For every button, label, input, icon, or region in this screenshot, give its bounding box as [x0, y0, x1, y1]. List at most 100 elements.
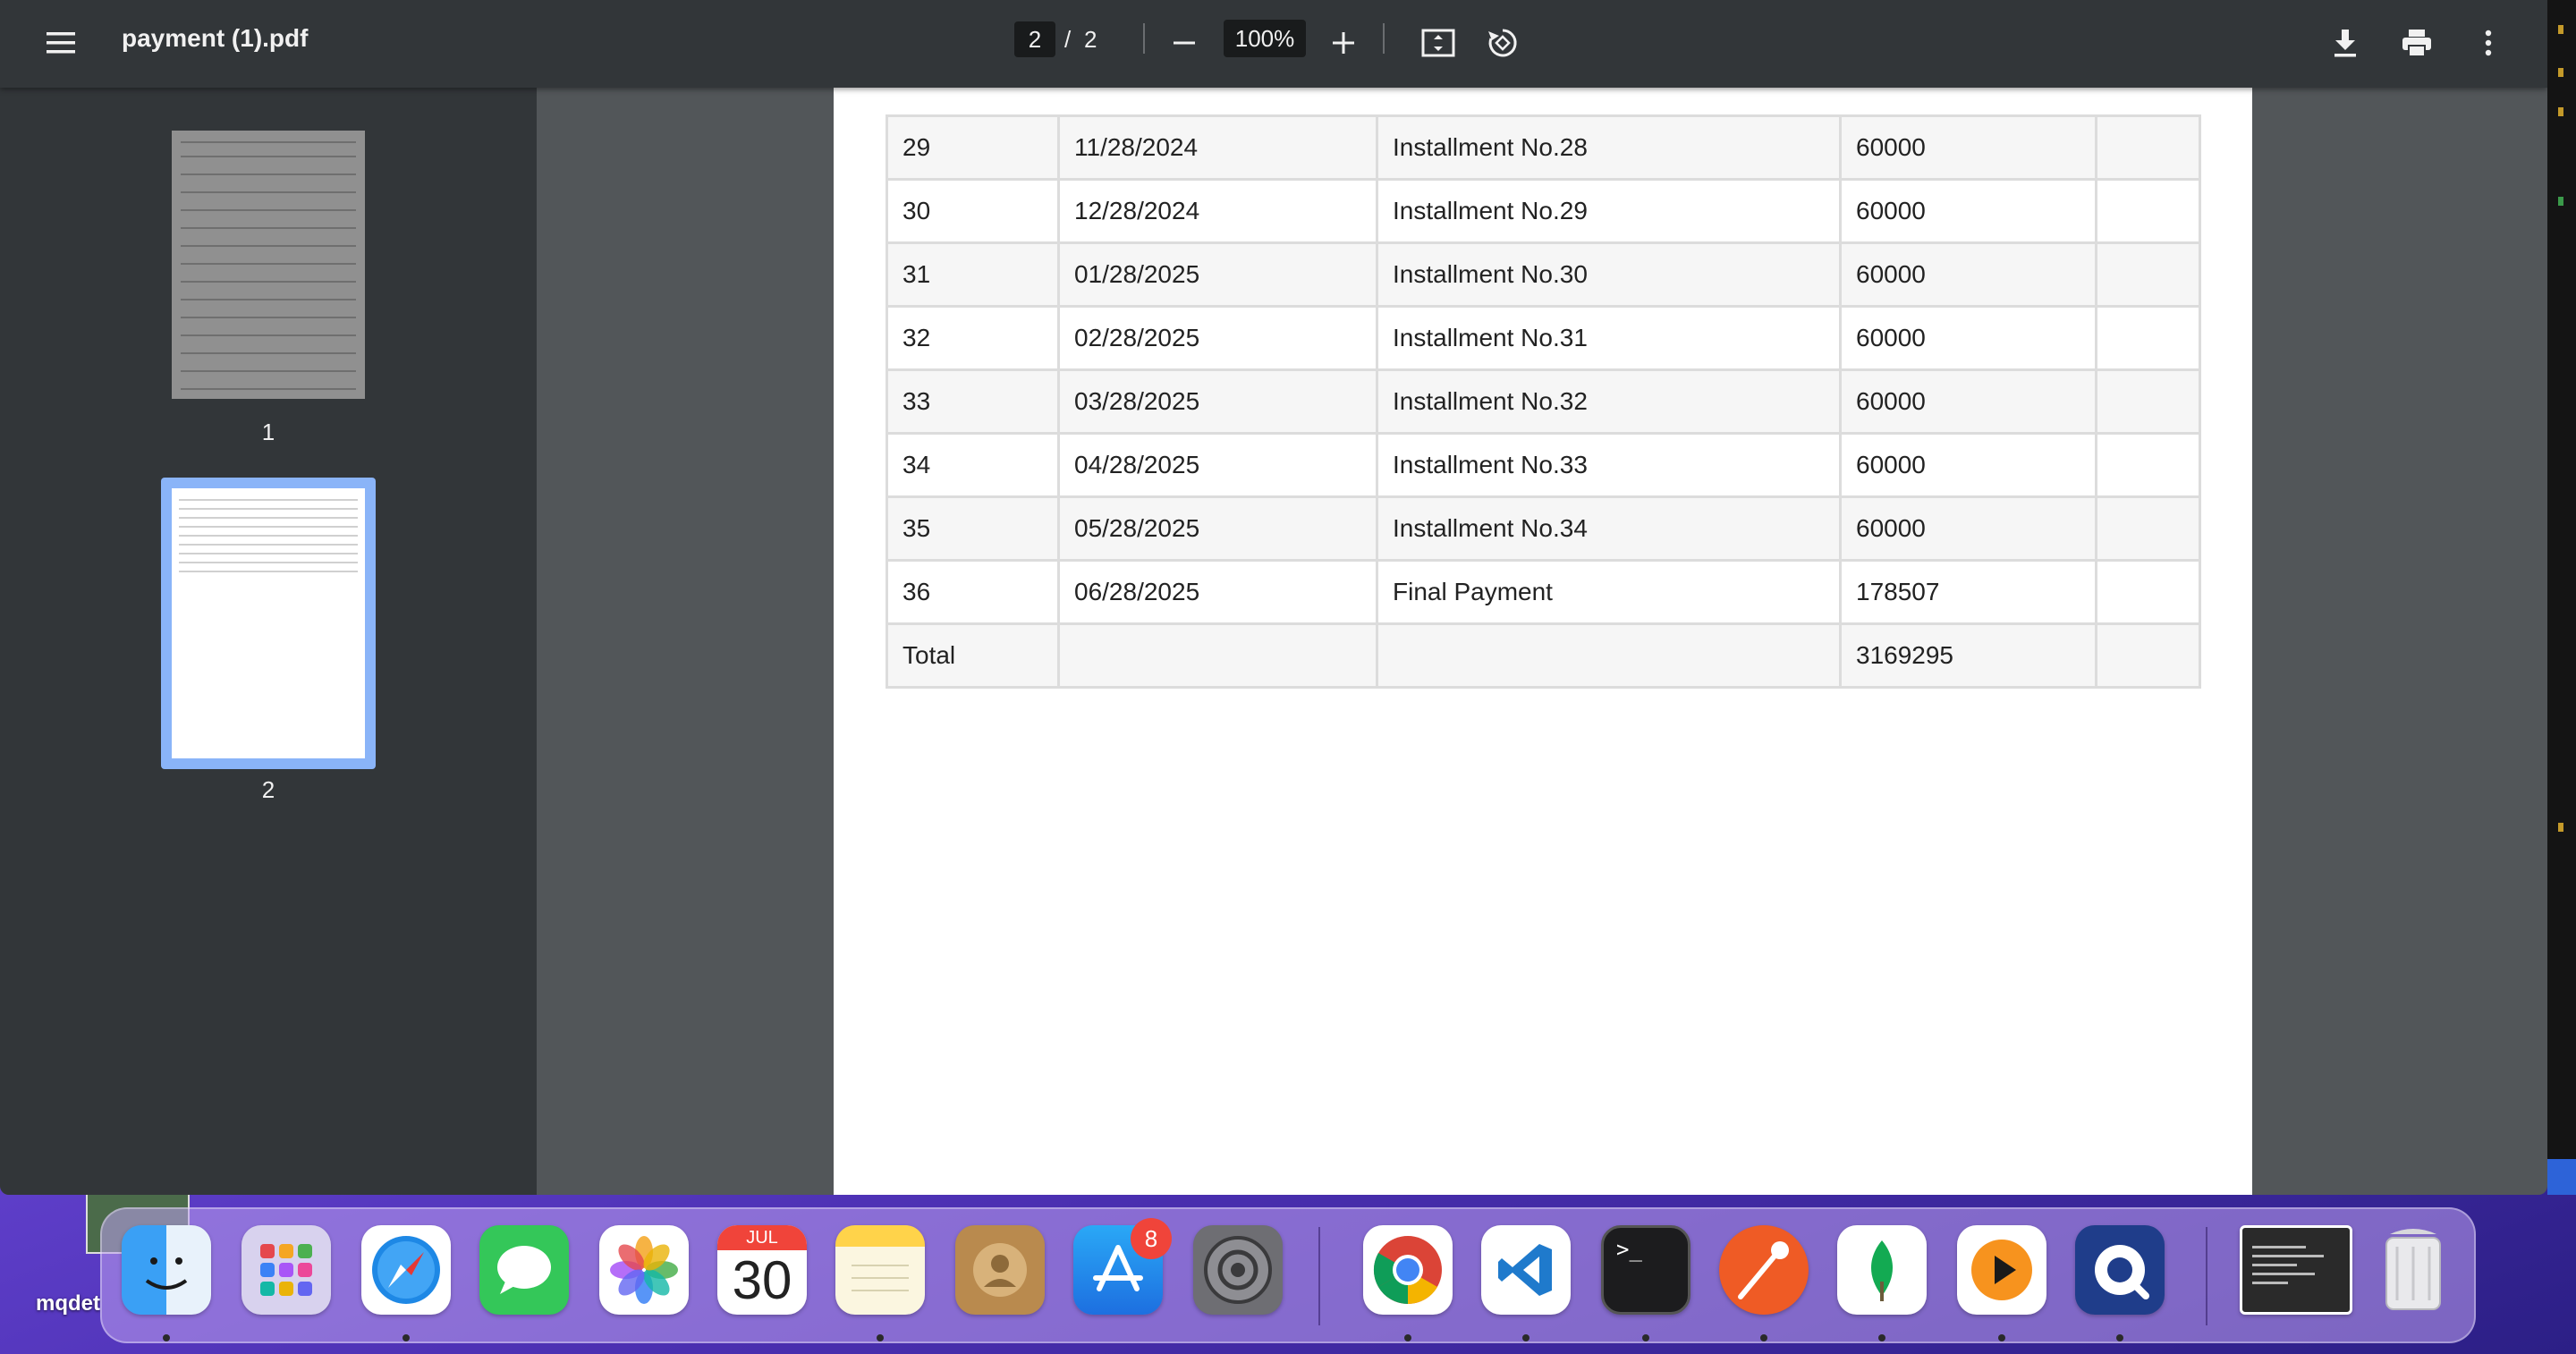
desktop-file-label[interactable]: mqdet [36, 1291, 100, 1316]
table-row: 31 01/28/2025 Installment No.30 60000 [886, 241, 2201, 308]
chrome-icon[interactable] [1363, 1225, 1453, 1315]
cell-description: Final Payment [1376, 559, 1842, 625]
cell-extra [2095, 559, 2201, 625]
cell-date: 02/28/2025 [1057, 305, 1378, 371]
cell-total-amount: 3169295 [1839, 622, 2097, 689]
download-icon[interactable] [2322, 20, 2368, 66]
cell-amount: 178507 [1839, 559, 2097, 625]
fit-to-page-icon[interactable] [1415, 20, 1462, 66]
cell-date [1057, 622, 1378, 689]
cell-extra [2095, 622, 2201, 689]
cell-date: 04/28/2025 [1057, 432, 1378, 498]
cell-date: 06/28/2025 [1057, 559, 1378, 625]
dock: JUL 30 >_ [100, 1207, 2476, 1343]
cell-amount: 60000 [1839, 241, 2097, 308]
cell-extra [2095, 495, 2201, 562]
zoom-out-icon[interactable] [1161, 20, 1208, 66]
cell-description: Installment No.29 [1376, 178, 1842, 244]
cell-amount: 60000 [1839, 178, 2097, 244]
cell-amount: 60000 [1839, 432, 2097, 498]
calendar-icon[interactable]: JUL 30 [717, 1225, 807, 1315]
cell-no: 36 [886, 559, 1060, 625]
terminal-icon[interactable]: >_ [1601, 1225, 1690, 1315]
app-store-badge: 8 [1131, 1218, 1172, 1259]
file-title: payment (1).pdf [122, 24, 309, 52]
table-row: 33 03/28/2025 Installment No.32 60000 [886, 368, 2201, 435]
page-total: 2 [1084, 26, 1097, 53]
cell-amount: 60000 [1839, 305, 2097, 371]
calendar-day: 30 [732, 1250, 792, 1310]
page-separator: / [1064, 26, 1072, 53]
messages-icon[interactable] [479, 1225, 569, 1315]
cell-no: 33 [886, 368, 1060, 435]
menu-icon[interactable] [38, 20, 84, 66]
window-preview-icon[interactable] [2240, 1225, 2352, 1315]
proxyman-icon[interactable] [2075, 1225, 2165, 1315]
table-total-row: Total 3169295 [886, 622, 2201, 689]
cell-extra [2095, 432, 2201, 498]
cell-no: 31 [886, 241, 1060, 308]
table-row: 34 04/28/2025 Installment No.33 60000 [886, 432, 2201, 498]
thumbnail-label-1: 1 [261, 419, 275, 445]
photos-icon[interactable] [599, 1225, 689, 1315]
safari-icon[interactable] [361, 1225, 451, 1315]
cell-amount: 60000 [1839, 368, 2097, 435]
page-thumbnail-1[interactable] [172, 131, 365, 399]
cell-description: Installment No.31 [1376, 305, 1842, 371]
page-number-input[interactable]: 2 [1014, 21, 1055, 57]
cell-no: 30 [886, 178, 1060, 244]
thumbnail-sidebar: 1 2 [0, 88, 537, 1195]
cell-description: Installment No.34 [1376, 495, 1842, 562]
cell-no: 35 [886, 495, 1060, 562]
system-settings-icon[interactable] [1193, 1225, 1283, 1315]
trash-icon[interactable] [2368, 1225, 2458, 1315]
cell-extra [2095, 178, 2201, 244]
cell-description: Installment No.30 [1376, 241, 1842, 308]
cell-no: 34 [886, 432, 1060, 498]
dock-divider [1318, 1227, 1320, 1325]
page-thumbnail-2[interactable] [172, 488, 365, 758]
table-row: 35 05/28/2025 Installment No.34 60000 [886, 495, 2201, 562]
payment-table: 29 11/28/2024 Installment No.28 60000 30… [886, 114, 2201, 689]
zoom-level[interactable]: 100% [1224, 20, 1306, 57]
infuse-icon[interactable] [1957, 1225, 2046, 1315]
cell-date: 11/28/2024 [1057, 114, 1378, 181]
cell-no: 29 [886, 114, 1060, 181]
cell-description: Installment No.28 [1376, 114, 1842, 181]
postman-icon[interactable] [1719, 1225, 1809, 1315]
rotate-icon[interactable] [1479, 20, 1526, 66]
print-icon[interactable] [2394, 20, 2440, 66]
cell-description: Installment No.32 [1376, 368, 1842, 435]
table-row: 32 02/28/2025 Installment No.31 60000 [886, 305, 2201, 371]
cell-amount: 60000 [1839, 114, 2097, 181]
zoom-in-icon[interactable] [1320, 20, 1367, 66]
mongodb-compass-icon[interactable] [1837, 1225, 1927, 1315]
cell-no: 32 [886, 305, 1060, 371]
more-options-icon[interactable] [2465, 20, 2512, 66]
notes-icon[interactable] [835, 1225, 925, 1315]
finder-icon[interactable] [122, 1225, 211, 1315]
cell-date: 12/28/2024 [1057, 178, 1378, 244]
cell-extra [2095, 114, 2201, 181]
cell-date: 03/28/2025 [1057, 368, 1378, 435]
table-row: 29 11/28/2024 Installment No.28 60000 [886, 114, 2201, 181]
toolbar-divider [1143, 23, 1145, 54]
table-row: 36 06/28/2025 Final Payment 178507 [886, 559, 2201, 625]
launchpad-icon[interactable] [242, 1225, 331, 1315]
cell-extra [2095, 305, 2201, 371]
pdf-viewer-window: payment (1).pdf 2 / 2 100% 1 2 29 11/28/… [0, 0, 2547, 1195]
cell-date: 01/28/2025 [1057, 241, 1378, 308]
cell-description: Installment No.33 [1376, 432, 1842, 498]
cell-total-label: Total [886, 622, 1060, 689]
terminal-prompt: >_ [1616, 1237, 1642, 1262]
contacts-icon[interactable] [955, 1225, 1045, 1315]
pdf-toolbar: payment (1).pdf 2 / 2 100% [0, 0, 2547, 88]
cell-description [1376, 622, 1842, 689]
calendar-month: JUL [717, 1225, 807, 1250]
cell-amount: 60000 [1839, 495, 2097, 562]
table-row: 30 12/28/2024 Installment No.29 60000 [886, 178, 2201, 244]
cell-extra [2095, 241, 2201, 308]
vscode-icon[interactable] [1481, 1225, 1571, 1315]
cell-date: 05/28/2025 [1057, 495, 1378, 562]
cell-extra [2095, 368, 2201, 435]
